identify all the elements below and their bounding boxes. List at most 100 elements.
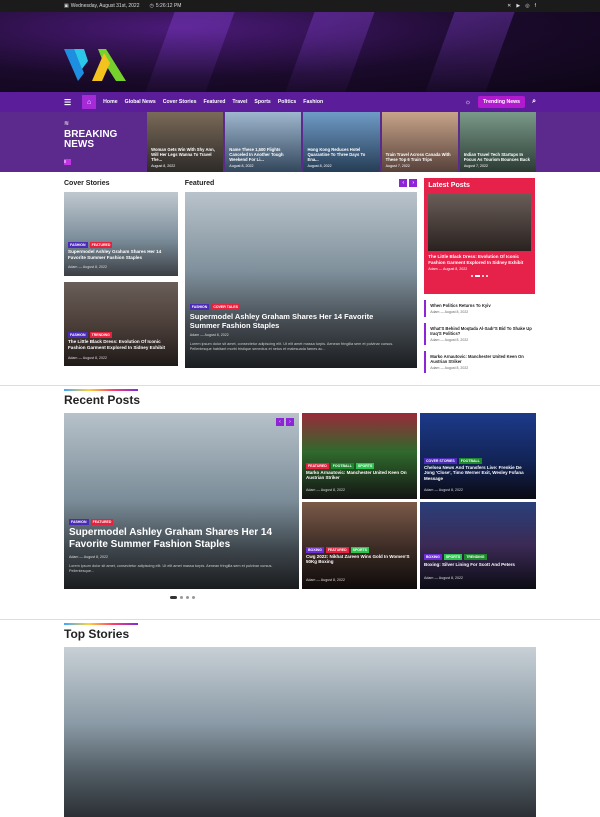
tag[interactable]: COVER STORIES: [424, 458, 457, 464]
recent-main-excerpt: Lorem ipsum dolor sit amet, consectetur …: [69, 564, 273, 573]
nav-item-politics[interactable]: Politics: [278, 99, 296, 105]
breaking-news-title: BREAKING NEWS: [64, 129, 118, 150]
top-stories-heading: Top Stories: [64, 623, 536, 641]
tag[interactable]: SPORTS: [355, 463, 375, 469]
search-icon[interactable]: ⌕: [532, 98, 536, 106]
recent-carousel-dots[interactable]: [170, 596, 536, 599]
recent-grid-title[interactable]: Cwg 2022: Nikhat Zareen Wins Gold In Wom…: [306, 554, 414, 565]
cover-card[interactable]: FASHION FEATURED Supermodel Ashley Graha…: [64, 192, 178, 276]
recent-main-title[interactable]: Supermodel Ashley Graham Shares Her 14 F…: [69, 527, 289, 551]
recent-grid-card[interactable]: BOXING FEATURED SPORTS Cwg 2022: Nikhat Za…: [302, 502, 417, 589]
nav-item-travel[interactable]: Travel: [232, 99, 247, 105]
tag[interactable]: COVER TALES: [211, 304, 240, 310]
top-bar: ▣ Wednesday, August 31st, 2022 ◷ 5:26:12…: [0, 0, 600, 12]
tag[interactable]: FEATURED: [90, 519, 114, 525]
pause-button[interactable]: Ⅱ: [64, 159, 71, 165]
tag[interactable]: FEATURED: [325, 547, 349, 553]
featured-card[interactable]: FASHION COVER TALES Supermodel Ashley Gr…: [184, 192, 418, 368]
twitter-icon[interactable]: ✕: [507, 3, 511, 9]
latest-list-item[interactable]: What'S Behind Moqtada Al-Sadr'S Bid To S…: [424, 323, 536, 345]
tag[interactable]: FOOTBALL: [330, 463, 354, 469]
tag[interactable]: FASHION: [68, 242, 88, 248]
recent-grid-card[interactable]: FEATURED FOOTBALL SPORTS Marko Arnautovic:…: [302, 413, 417, 499]
nav-item-fashion[interactable]: Fashion: [303, 99, 323, 105]
facebook-icon[interactable]: f: [535, 3, 536, 9]
latest-posts-box: Latest Posts The Little Black Dress: Evo…: [424, 178, 536, 294]
section-divider: [0, 385, 600, 386]
nav-item-cover-stories[interactable]: Cover Stories: [163, 99, 197, 105]
theme-toggle-icon[interactable]: ☼: [465, 99, 471, 106]
latest-posts-heading: Latest Posts: [428, 182, 470, 189]
recent-main-meta: Adam — August 8, 2022: [69, 555, 108, 559]
nav-item-home[interactable]: Home: [103, 99, 117, 105]
recent-grid-title[interactable]: Chelsea News And Transfers Live: Frenkie…: [424, 465, 532, 481]
tag[interactable]: SPORTS: [350, 547, 370, 553]
breaking-card[interactable]: Indian Travel Tech Startups In Focus As …: [459, 112, 536, 172]
featured-meta: Adam — August 8, 2022: [189, 333, 229, 337]
tag[interactable]: SPORTS: [443, 554, 463, 560]
prev-arrow-icon[interactable]: ‹: [276, 418, 284, 426]
next-arrow-icon[interactable]: ›: [409, 179, 418, 187]
nav-item-featured[interactable]: Featured: [203, 99, 225, 105]
recent-grid-card[interactable]: COVER STORIES FOOTBALL Chelsea News And T…: [420, 413, 536, 499]
recent-grid-card[interactable]: BOXING SPORTS TRENDING Boxing: Silver Lini…: [420, 502, 536, 589]
breaking-card[interactable]: Hong Kong Reduces Hotel Quarantine To Th…: [303, 112, 380, 172]
prev-arrow-icon[interactable]: ‹: [399, 179, 408, 187]
clock-icon: ◷: [149, 3, 154, 9]
tag[interactable]: FEATURED: [306, 463, 329, 469]
latest-list-item[interactable]: Marko Arnautovic: Manchester United Keen…: [424, 351, 536, 373]
featured-title[interactable]: Supermodel Ashley Graham Shares Her 14 F…: [190, 312, 405, 330]
tag[interactable]: BOXING: [306, 547, 324, 553]
tag[interactable]: FASHION: [189, 304, 210, 310]
recent-grid-meta: Adam — August 8, 2022: [306, 488, 345, 492]
site-logo[interactable]: [64, 47, 128, 83]
breaking-card[interactable]: Name These 1,500 Flights Canceled In Ano…: [225, 112, 302, 172]
tag[interactable]: TRENDING: [89, 332, 112, 338]
cover-stories-section: Cover Stories FASHION FEATURED Supermode…: [64, 178, 178, 373]
trending-news-button[interactable]: Trending News: [478, 96, 526, 108]
breaking-card[interactable]: Train Travel Across Canada With These To…: [381, 112, 458, 172]
recent-main-card[interactable]: ‹ › FASHION FEATURED Supermodel Ashley Gr…: [64, 413, 299, 589]
recent-grid-meta: Adam — August 8, 2022: [424, 576, 463, 580]
cover-card-title[interactable]: The Little Black Dress: Evolution Of Ico…: [68, 339, 174, 350]
tag[interactable]: FASHION: [68, 332, 88, 338]
tag[interactable]: TRENDING: [464, 554, 487, 560]
latest-posts-section: Latest Posts The Little Black Dress: Evo…: [424, 178, 536, 373]
latest-image[interactable]: [428, 193, 532, 251]
youtube-icon[interactable]: ▶: [516, 3, 520, 9]
breaking-card[interactable]: Woman Gets Win With Shy Ann, Will Her Le…: [147, 112, 224, 172]
main-nav: ☰ ⌂ Home Global News Cover Stories Featu…: [0, 92, 600, 112]
cover-stories-heading: Cover Stories: [64, 179, 110, 187]
breaking-news-bar: ≋ BREAKING NEWS Ⅱ Woman Gets Win With Sh…: [0, 112, 600, 172]
tag[interactable]: BOXING: [424, 554, 442, 560]
cover-card-title[interactable]: Supermodel Ashley Graham Shares Her 14 F…: [68, 249, 174, 260]
hamburger-menu-icon[interactable]: ☰: [64, 98, 71, 107]
rss-icon: ≋: [64, 121, 70, 127]
recent-posts-grid: ‹ › FASHION FEATURED Supermodel Ashley Gr…: [64, 413, 536, 589]
recent-grid-title[interactable]: Marko Arnautovic: Manchester United Keen…: [306, 470, 414, 481]
tag[interactable]: FASHION: [69, 519, 89, 525]
recent-grid-title[interactable]: Boxing: Silver Lining For Scott And Pete…: [424, 562, 532, 567]
nav-item-sports[interactable]: Sports: [254, 99, 270, 105]
section-divider: [0, 619, 600, 620]
latest-top-title[interactable]: The Little Black Dress: Evolution Of Ico…: [428, 254, 531, 265]
recent-grid-meta: Adam — August 8, 2022: [424, 488, 463, 492]
instagram-icon[interactable]: ◎: [525, 3, 529, 9]
next-arrow-icon[interactable]: ›: [286, 418, 294, 426]
carousel-dots[interactable]: [428, 275, 531, 277]
top-stories-hero-image[interactable]: [64, 647, 536, 817]
tag[interactable]: FOOTBALL: [458, 458, 482, 464]
nav-item-global-news[interactable]: Global News: [125, 99, 156, 105]
cover-card[interactable]: FASHION TRENDING The Little Black Dress:…: [64, 282, 178, 366]
top-date: Wednesday, August 31st, 2022: [70, 3, 140, 9]
tag[interactable]: FEATURED: [89, 242, 113, 248]
latest-top-meta: Adam — August 8, 2022: [428, 267, 468, 271]
calendar-icon: ▣: [64, 3, 69, 9]
cover-card-meta: Adam — August 8, 2022: [68, 265, 107, 269]
latest-list-item[interactable]: When Politics Returns To Kyiv Adam — Augu…: [424, 300, 536, 317]
top-time: 5:26:12 PM: [155, 3, 182, 9]
recent-grid-meta: Adam — August 8, 2022: [306, 578, 345, 582]
site-header: [0, 12, 600, 92]
home-icon-button[interactable]: ⌂: [82, 95, 97, 109]
featured-section: Featured ‹ › FASHION COVER TALES Supermod…: [184, 178, 418, 373]
